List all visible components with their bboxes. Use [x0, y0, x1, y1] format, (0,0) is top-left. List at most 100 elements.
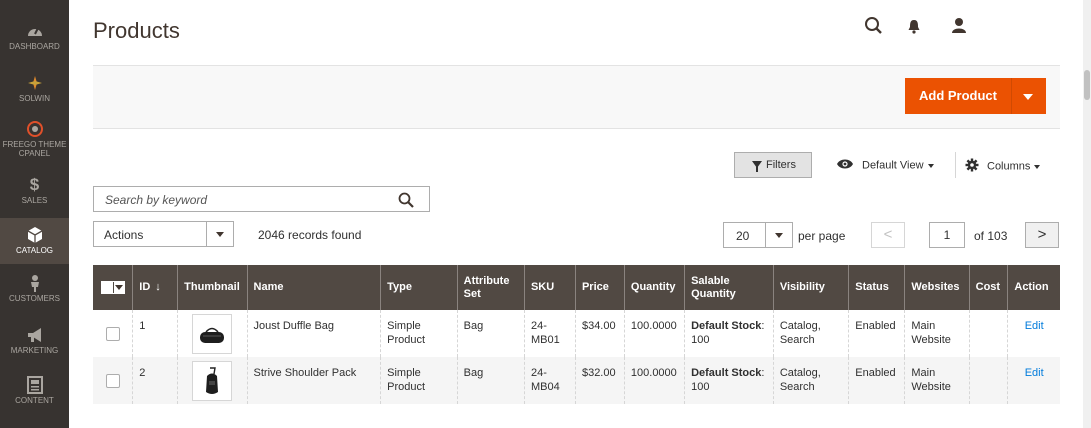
view-switcher[interactable]: Default View — [836, 158, 934, 173]
column-header-cost[interactable]: Cost — [968, 265, 1008, 310]
dollar-icon: $ — [29, 175, 40, 194]
column-header-action: Action — [1007, 265, 1060, 310]
chevron-down-icon — [927, 163, 934, 168]
cell-action: Edit — [1007, 310, 1060, 357]
cell-websites: Main Website — [904, 310, 970, 357]
sidebar-item-catalog[interactable]: CATALOG — [0, 218, 69, 264]
mass-select-header[interactable] — [93, 265, 133, 310]
dashboard-icon — [25, 22, 45, 40]
person-icon — [25, 274, 45, 292]
add-product-button[interactable]: Add Product — [905, 78, 1046, 114]
sidebar-item-sales[interactable]: $ SALES — [0, 176, 69, 224]
keyword-search — [93, 186, 430, 212]
sidebar-item-content[interactable]: CONTENT — [0, 376, 69, 424]
page-actions-bar: Add Product — [93, 65, 1060, 129]
records-found: 2046 records found — [258, 228, 362, 242]
cell-status: Enabled — [848, 357, 905, 404]
row-checkbox[interactable] — [105, 327, 120, 341]
mass-select-checkbox[interactable] — [101, 280, 125, 294]
sort-descending-icon: ↓ — [155, 281, 161, 293]
shoulder-pack-image[interactable] — [192, 361, 233, 401]
eye-icon — [836, 158, 854, 173]
edit-link[interactable]: Edit — [1025, 367, 1044, 379]
cell-attribute-set: Bag — [456, 310, 525, 357]
cell-thumbnail — [177, 310, 248, 357]
edit-link[interactable]: Edit — [1025, 320, 1044, 332]
cell-sku: 24-MB04 — [523, 357, 576, 404]
sidebar-item-customers[interactable]: CUSTOMERS — [0, 274, 69, 322]
cell-attribute-set: Bag — [456, 357, 525, 404]
filters-button[interactable]: Filters — [734, 152, 812, 178]
column-header-quantity[interactable]: Quantity — [623, 265, 685, 310]
cell-type: Simple Product — [380, 310, 458, 357]
cell-salable-quantity: Default Stock: 100 — [684, 357, 774, 404]
notifications-bell-icon[interactable] — [902, 14, 926, 38]
mass-actions-select[interactable]: Actions — [93, 221, 234, 247]
sidebar-item-label: CATALOG — [15, 246, 54, 255]
per-page-select[interactable]: 20 — [723, 222, 793, 248]
account-user-icon[interactable] — [947, 14, 971, 38]
salable-source-label: Default Stock — [691, 367, 762, 379]
column-header-sku[interactable]: SKU — [523, 265, 576, 310]
sidebar-item-theme-panel[interactable]: FREEGO THEME CPANEL — [0, 120, 69, 168]
cube-icon — [25, 226, 45, 244]
filter-funnel-icon — [752, 161, 762, 172]
page-title: Products — [93, 18, 180, 43]
cell-thumbnail — [177, 357, 248, 404]
column-header-label: ID — [139, 281, 151, 293]
cell-salable-quantity: Default Stock: 100 — [684, 310, 774, 357]
products-grid: ID ↓ Thumbnail Name Type Attribute Set SK… — [93, 265, 1060, 404]
previous-page-button[interactable]: < — [871, 222, 905, 248]
row-select-cell — [93, 357, 133, 404]
actions-dropdown-button[interactable] — [206, 222, 233, 246]
table-row: 2 Strive Shoulder Pack Simple Product Ba… — [93, 357, 1060, 404]
next-page-button[interactable]: > — [1025, 222, 1059, 248]
table-row: 1 Joust Duffle Bag Simple Product Bag 24… — [93, 310, 1060, 357]
cell-status: Enabled — [848, 310, 905, 357]
column-header-id[interactable]: ID ↓ — [132, 265, 178, 310]
column-header-name[interactable]: Name — [246, 265, 381, 310]
column-header-thumbnail: Thumbnail — [177, 265, 248, 310]
row-checkbox[interactable] — [105, 374, 120, 388]
cell-websites: Main Website — [904, 357, 970, 404]
cell-cost — [968, 310, 1008, 357]
sidebar-item-marketing[interactable]: MARKETING — [0, 326, 69, 374]
search-icon[interactable] — [397, 191, 415, 214]
scrollbar-thumb[interactable] — [1084, 70, 1090, 100]
cell-name: Joust Duffle Bag — [246, 310, 381, 357]
column-header-attribute-set[interactable]: Attribute Set — [456, 265, 525, 310]
cell-sku: 24-MB01 — [523, 310, 576, 357]
chevron-down-icon — [1034, 164, 1041, 169]
duffle-bag-image[interactable] — [192, 314, 233, 354]
actions-label: Actions — [104, 228, 144, 242]
add-product-label: Add Product — [919, 88, 997, 103]
chevron-down-icon — [775, 233, 783, 238]
megaphone-icon — [25, 326, 45, 344]
cell-price: $32.00 — [574, 357, 625, 404]
cell-action: Edit — [1007, 357, 1060, 404]
row-select-cell — [93, 310, 133, 357]
search-icon[interactable] — [862, 14, 886, 38]
column-header-price[interactable]: Price — [574, 265, 625, 310]
columns-control[interactable]: Columns — [965, 158, 1041, 175]
columns-label: Columns — [987, 160, 1031, 173]
sidebar-item-solwin[interactable]: SOLWIN — [0, 74, 69, 122]
chevron-down-icon[interactable] — [1023, 94, 1033, 100]
current-page-input[interactable]: 1 — [929, 222, 965, 248]
cell-visibility: Catalog, Search — [772, 357, 849, 404]
split-divider — [1011, 78, 1012, 114]
cell-quantity: 100.0000 — [623, 310, 685, 357]
cell-visibility: Catalog, Search — [772, 310, 849, 357]
per-page-dropdown-button[interactable] — [765, 223, 792, 247]
column-header-type[interactable]: Type — [380, 265, 458, 310]
cell-id: 2 — [132, 357, 178, 404]
view-label: Default View — [862, 159, 924, 172]
column-header-status[interactable]: Status — [848, 265, 905, 310]
search-input[interactable] — [103, 188, 387, 212]
total-pages-label: of 103 — [974, 229, 1008, 243]
column-header-websites[interactable]: Websites — [904, 265, 970, 310]
cell-id: 1 — [132, 310, 178, 357]
page-scrollbar[interactable] — [1083, 0, 1091, 428]
column-header-visibility[interactable]: Visibility — [772, 265, 849, 310]
sidebar-item-dashboard[interactable]: DASHBOARD — [0, 22, 69, 70]
